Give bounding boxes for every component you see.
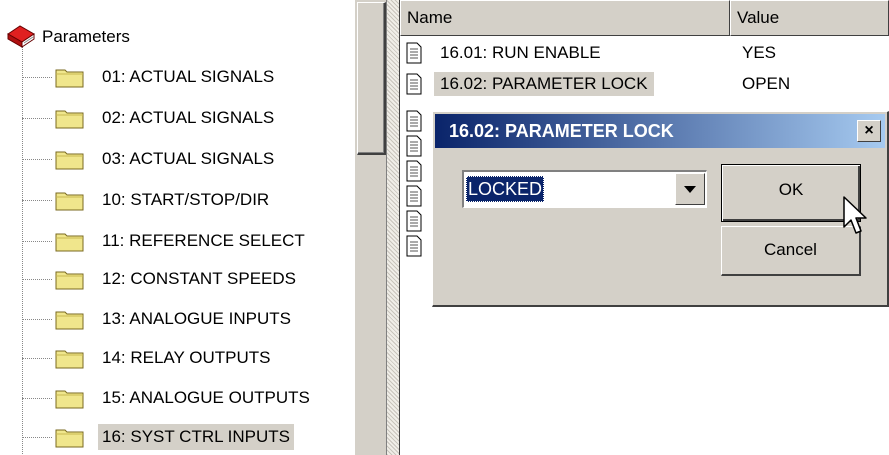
tree-item-14[interactable]: 14: RELAY OUTPUTS [22,343,274,373]
document-icon [406,160,422,182]
document-icon [406,73,422,95]
list-row-value: YES [742,43,777,62]
tree-item-label: 10: START/STOP/DIR [102,190,270,209]
tree-item-13[interactable]: 13: ANALOGUE INPUTS [22,304,295,334]
tree-item-01[interactable]: 01: ACTUAL SIGNALS [22,62,278,92]
folder-icon [55,69,84,88]
document-icon [406,235,422,257]
parameters-book-icon [7,25,35,48]
document-icon [406,135,422,157]
document-icon [406,185,422,207]
document-icon [406,110,422,132]
tree-item-15[interactable]: 15: ANALOGUE OUTPUTS [22,383,314,413]
tree-item-label: 02: ACTUAL SIGNALS [102,108,275,127]
tree-root-parameters[interactable]: Parameters [6,22,130,52]
dialog-titlebar[interactable]: 16.02: PARAMETER LOCK × [435,114,885,148]
column-header-name[interactable]: Name [400,0,730,36]
tree-item-label: 03: ACTUAL SIGNALS [102,149,275,168]
lock-state-selected-value: LOCKED [466,176,545,202]
tree-item-12[interactable]: 12: CONSTANT SPEEDS [22,264,300,294]
tree-item-label: 15: ANALOGUE OUTPUTS [102,388,310,407]
tree-root-label: Parameters [42,27,130,46]
pane-splitter[interactable] [386,0,400,455]
list-row-name: 16.01: RUN ENABLE [440,43,601,62]
folder-icon [55,110,84,129]
column-header-value[interactable]: Value [730,0,889,36]
tree-item-11[interactable]: 11: REFERENCE SELECT [22,226,309,256]
tree-item-03[interactable]: 03: ACTUAL SIGNALS [22,144,278,174]
tree-item-02[interactable]: 02: ACTUAL SIGNALS [22,103,278,133]
list-row-name: 16.02: PARAMETER LOCK [434,72,654,96]
tree-item-label: 14: RELAY OUTPUTS [102,348,271,367]
mouse-pointer-icon [843,196,867,234]
tree-item-label: 13: ANALOGUE INPUTS [102,309,291,328]
tree-item-10[interactable]: 10: START/STOP/DIR [22,185,273,215]
tree-item-label: 12: CONSTANT SPEEDS [102,269,296,288]
cancel-button-label: Cancel [764,240,817,259]
folder-icon [55,390,84,409]
parameter-tree: Parameters 01: ACTUAL SIGNALS 02: ACTUAL… [0,0,355,455]
lock-state-select[interactable]: LOCKED [462,170,707,208]
folder-icon [55,151,84,170]
close-button[interactable]: × [857,120,881,142]
tree-item-16[interactable]: 16: SYST CTRL INPUTS [22,422,294,452]
document-icon [406,210,422,232]
folder-icon [55,192,84,211]
folder-icon [55,271,84,290]
folder-icon [55,233,84,252]
chevron-down-icon[interactable] [675,173,705,205]
tree-item-label: 16: SYST CTRL INPUTS [98,424,294,450]
dialog-title: 16.02: PARAMETER LOCK [449,120,674,141]
list-row-16-02[interactable]: 16.02: PARAMETER LOCK OPEN [400,70,889,98]
tree-item-label: 01: ACTUAL SIGNALS [102,67,275,86]
list-row-16-01[interactable]: 16.01: RUN ENABLE YES [400,39,889,67]
close-icon: × [864,122,874,139]
list-row-value: OPEN [742,74,791,93]
folder-icon [55,311,84,330]
folder-icon [55,350,84,369]
document-icon [406,42,422,64]
ok-button[interactable]: OK [721,164,861,222]
scrollbar-thumb[interactable] [357,2,386,155]
folder-icon [55,429,84,448]
tree-item-label: 11: REFERENCE SELECT [102,231,305,250]
ok-button-label: OK [778,180,804,199]
cancel-button[interactable]: Cancel [721,226,861,276]
